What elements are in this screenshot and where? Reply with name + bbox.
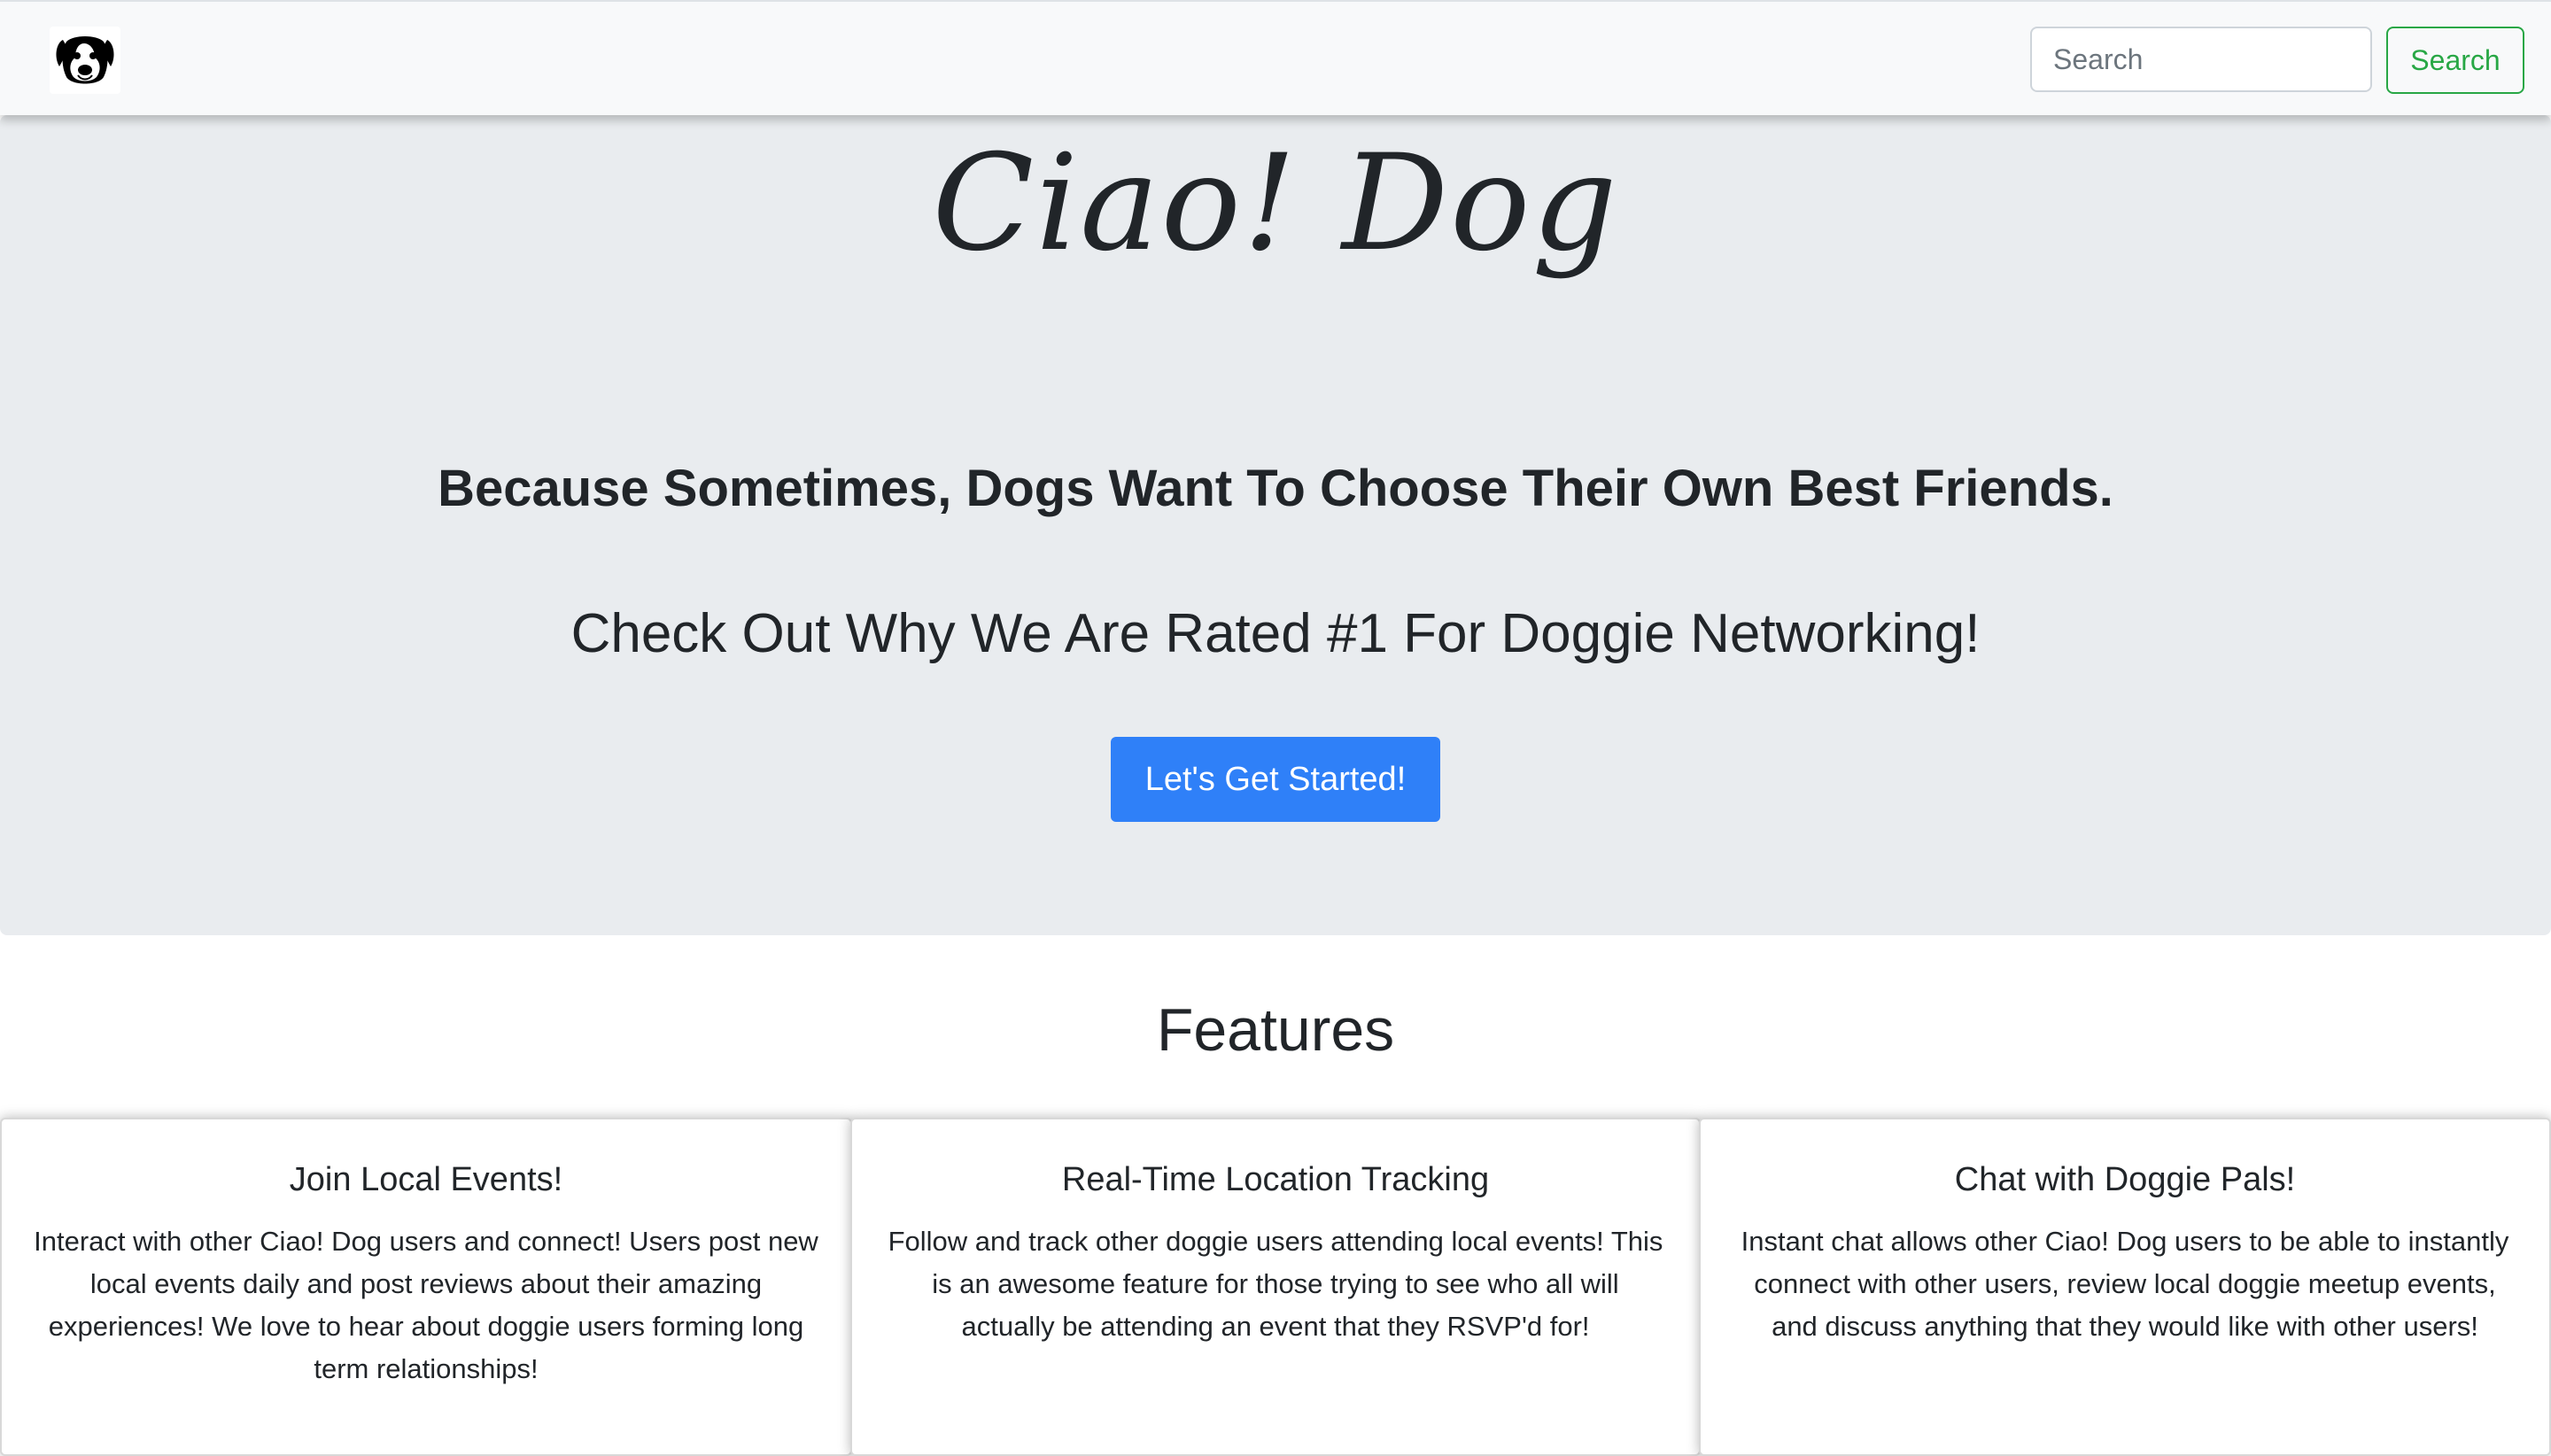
search-input[interactable] [2030, 27, 2372, 92]
features-heading: Features [1156, 996, 1395, 1064]
feature-card-title: Join Local Events! [289, 1161, 563, 1198]
get-started-button[interactable]: Let's Get Started! [1111, 737, 1440, 822]
feature-card-title: Real-Time Location Tracking [1061, 1161, 1490, 1198]
feature-card-text: Follow and track other doggie users atte… [888, 1226, 1663, 1342]
home-logo-link[interactable] [50, 27, 120, 94]
dog-face-icon [56, 36, 114, 84]
navbar: Search [0, 0, 2551, 115]
feature-card-text: Interact with other Ciao! Dog users and … [34, 1226, 818, 1384]
hero-tagline: Because Sometimes, Dogs Want To Choose T… [438, 460, 2113, 517]
search-button[interactable]: Search [2386, 27, 2524, 94]
feature-card-events: Join Local Events! Interact with other C… [0, 1118, 852, 1456]
feature-card-chat: Chat with Doggie Pals! Instant chat allo… [1699, 1118, 2551, 1456]
brand-title: Ciao! Dog [932, 127, 1619, 281]
feature-card-text: Instant chat allows other Ciao! Dog user… [1741, 1226, 2509, 1342]
feature-card-title: Chat with Doggie Pals! [1954, 1161, 2296, 1198]
feature-card-location: Real-Time Location Tracking Follow and t… [850, 1118, 1701, 1456]
hero-subtagline: Check Out Why We Are Rated #1 For Doggie… [570, 603, 1981, 664]
